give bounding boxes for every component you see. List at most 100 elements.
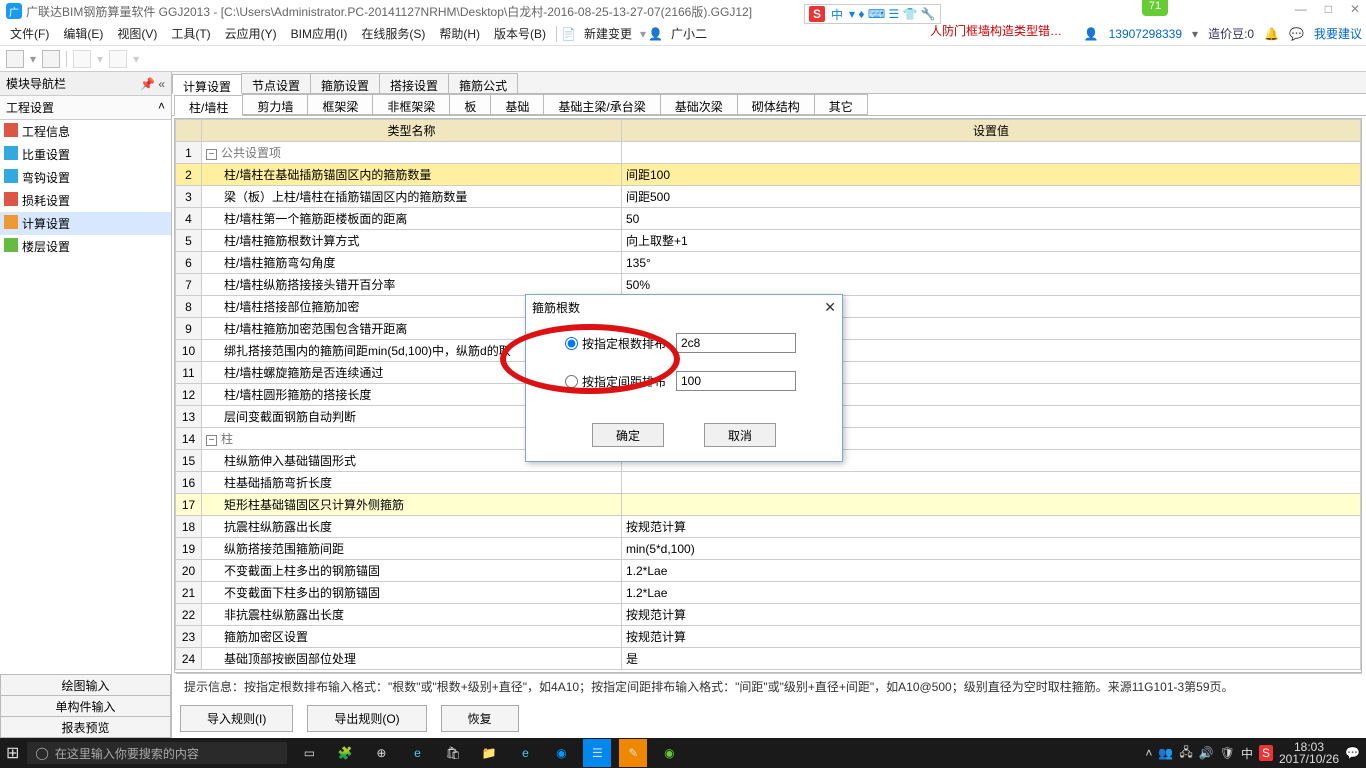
subtab-7[interactable]: 基础次梁	[660, 94, 738, 115]
row-value[interactable]: 1.2*Lae	[622, 560, 1361, 582]
row-value[interactable]	[622, 494, 1361, 516]
menu-file[interactable]: 文件(F)	[4, 23, 55, 44]
row-value[interactable]: 是	[622, 648, 1361, 670]
task-view-icon[interactable]: ▭	[295, 739, 323, 767]
grid-row-9[interactable]: 9柱/墙柱箍筋加密范围包含错开距离	[176, 318, 1361, 340]
close-button[interactable]: ✕	[1350, 2, 1360, 16]
grid-row-6[interactable]: 6柱/墙柱箍筋弯勾角度135°	[176, 252, 1361, 274]
row-name[interactable]: −柱	[202, 428, 622, 450]
sidebar-btn-single[interactable]: 单构件输入	[0, 695, 171, 717]
tool-redo-icon[interactable]	[109, 50, 127, 68]
grid-row-10[interactable]: 10绑扎搭接范围内的箍筋间距min(5d,100)中，纵筋d的取	[176, 340, 1361, 362]
subtab-5[interactable]: 基础	[490, 94, 544, 115]
tool-undo-icon[interactable]	[73, 50, 91, 68]
taskbar-app-6[interactable]: ◉	[655, 739, 683, 767]
row-name[interactable]: 柱/墙柱搭接部位箍筋加密	[202, 296, 622, 318]
user-avatar-icon[interactable]: 👤	[1084, 27, 1099, 41]
grid-row-14[interactable]: 14−柱	[176, 428, 1361, 450]
menu-version[interactable]: 版本号(B)	[488, 23, 552, 44]
new-change-button[interactable]: 新建变更	[578, 23, 638, 44]
grid-row-16[interactable]: 16柱基础插筋弯折长度	[176, 472, 1361, 494]
system-tray[interactable]: ˄ 👥 🖧 🔊 🛡 中 S 18:03 2017/10/26 💬	[1145, 741, 1360, 765]
beans-label[interactable]: 造价豆:0	[1208, 25, 1254, 42]
row-name[interactable]: 绑扎搭接范围内的箍筋间距min(5d,100)中，纵筋d的取	[202, 340, 622, 362]
grid-row-1[interactable]: 1−公共设置项	[176, 142, 1361, 164]
tab-4[interactable]: 箍筋公式	[448, 73, 518, 93]
row-value[interactable]	[622, 296, 1361, 318]
row-value[interactable]: 按规范计算	[622, 626, 1361, 648]
row-value[interactable]: 按规范计算	[622, 604, 1361, 626]
grid-row-3[interactable]: 3梁（板）上柱/墙柱在插筋锚固区内的箍筋数量间距500	[176, 186, 1361, 208]
ime-items[interactable]: ▾ ♦ ⌨ ☰ 👕 🔧	[849, 7, 936, 21]
row-value[interactable]: min(5*d,100)	[622, 538, 1361, 560]
row-name[interactable]: 柱/墙柱箍筋加密范围包含错开距离	[202, 318, 622, 340]
row-name[interactable]: 层间变截面钢筋自动判断	[202, 406, 622, 428]
grid-row-12[interactable]: 12柱/墙柱圆形箍筋的搭接长度	[176, 384, 1361, 406]
account-phone[interactable]: 13907298339	[1109, 27, 1182, 41]
tray-network-icon[interactable]: 🖧	[1179, 743, 1192, 764]
tab-2[interactable]: 箍筋设置	[310, 73, 380, 93]
row-value[interactable]	[622, 450, 1361, 472]
menu-edit[interactable]: 编辑(E)	[57, 23, 109, 44]
row-name[interactable]: 梁（板）上柱/墙柱在插筋锚固区内的箍筋数量	[202, 186, 622, 208]
row-value[interactable]: 按规范计算	[622, 516, 1361, 538]
subtab-8[interactable]: 砌体结构	[737, 94, 815, 115]
taskbar-search[interactable]: ◯ 在这里输入你要搜索的内容	[27, 742, 287, 764]
subtab-4[interactable]: 板	[449, 94, 491, 115]
row-value[interactable]: 间距500	[622, 186, 1361, 208]
row-value[interactable]	[622, 406, 1361, 428]
row-name[interactable]: 柱/墙柱第一个箍筋距楼板面的距离	[202, 208, 622, 230]
windows-taskbar[interactable]: ⊞ ◯ 在这里输入你要搜索的内容 ▭ 🧩 ⊕ e 🛍 📁 e ◉ ☰ ✎ ◉ ˄…	[0, 738, 1366, 768]
tray-people-icon[interactable]: 👥	[1158, 746, 1173, 760]
tray-shield-icon[interactable]: 🛡	[1220, 746, 1235, 760]
menu-online[interactable]: 在线服务(S)	[355, 23, 431, 44]
row-name[interactable]: −公共设置项	[202, 142, 622, 164]
subtab-9[interactable]: 其它	[814, 94, 868, 115]
menu-tools[interactable]: 工具(T)	[165, 23, 216, 44]
notification-badge[interactable]: 71	[1142, 0, 1168, 16]
grid-row-2[interactable]: 2柱/墙柱在基础插筋锚固区内的箍筋数量间距100	[176, 164, 1361, 186]
subtab-6[interactable]: 基础主梁/承台梁	[543, 94, 660, 115]
minimize-button[interactable]: —	[1295, 2, 1307, 16]
settings-grid-wrap[interactable]: 类型名称 设置值 1−公共设置项2柱/墙柱在基础插筋锚固区内的箍筋数量间距100…	[174, 118, 1362, 673]
subtab-2[interactable]: 框架梁	[307, 94, 373, 115]
bell-icon[interactable]: 🔔	[1264, 27, 1279, 41]
taskbar-app-3[interactable]: ◉	[547, 739, 575, 767]
feedback-icon[interactable]: 💬	[1289, 27, 1304, 41]
start-button[interactable]: ⊞	[6, 743, 19, 763]
grid-row-23[interactable]: 23箍筋加密区设置按规范计算	[176, 626, 1361, 648]
grid-row-19[interactable]: 19纵筋搭接范围箍筋间距min(5*d,100)	[176, 538, 1361, 560]
row-value[interactable]	[622, 340, 1361, 362]
tray-volume-icon[interactable]: 🔊	[1199, 746, 1214, 760]
row-value[interactable]	[622, 318, 1361, 340]
grid-row-8[interactable]: 8柱/墙柱搭接部位箍筋加密	[176, 296, 1361, 318]
row-name[interactable]: 柱/墙柱纵筋搭接接头错开百分率	[202, 274, 622, 296]
sidebar-item-5[interactable]: 楼层设置	[0, 235, 171, 258]
row-value[interactable]: 间距100	[622, 164, 1361, 186]
sidebar-item-1[interactable]: 比重设置	[0, 143, 171, 166]
menu-bim[interactable]: BIM应用(I)	[285, 23, 354, 44]
sidebar-btn-report[interactable]: 报表预览	[0, 716, 171, 738]
grid-row-17[interactable]: 17矩形柱基础锚固区只计算外侧箍筋	[176, 494, 1361, 516]
row-name[interactable]: 柱基础插筋弯折长度	[202, 472, 622, 494]
row-value[interactable]	[622, 362, 1361, 384]
row-name[interactable]: 柱/墙柱在基础插筋锚固区内的箍筋数量	[202, 164, 622, 186]
grid-row-7[interactable]: 7柱/墙柱纵筋搭接接头错开百分率50%	[176, 274, 1361, 296]
grid-row-21[interactable]: 21不变截面下柱多出的钢筋锚固1.2*Lae	[176, 582, 1361, 604]
grid-row-18[interactable]: 18抗震柱纵筋露出长度按规范计算	[176, 516, 1361, 538]
grid-row-22[interactable]: 22非抗震柱纵筋露出长度按规范计算	[176, 604, 1361, 626]
menu-view[interactable]: 视图(V)	[111, 23, 163, 44]
row-name[interactable]: 柱/墙柱圆形箍筋的搭接长度	[202, 384, 622, 406]
row-name[interactable]: 不变截面下柱多出的钢筋锚固	[202, 582, 622, 604]
row-value[interactable]: 50	[622, 208, 1361, 230]
row-value[interactable]: 135°	[622, 252, 1361, 274]
row-name[interactable]: 矩形柱基础锚固区只计算外侧箍筋	[202, 494, 622, 516]
row-name[interactable]: 柱/墙柱螺旋箍筋是否连续通过	[202, 362, 622, 384]
taskbar-store-icon[interactable]: 🛍	[439, 739, 467, 767]
new-change-icon[interactable]: 📄	[561, 27, 576, 41]
sidebar-pin-icon[interactable]: 📌 «	[140, 77, 165, 91]
row-name[interactable]: 不变截面上柱多出的钢筋锚固	[202, 560, 622, 582]
subtab-3[interactable]: 非框架梁	[372, 94, 450, 115]
grid-row-13[interactable]: 13层间变截面钢筋自动判断	[176, 406, 1361, 428]
taskbar-ie-icon[interactable]: e	[511, 739, 539, 767]
